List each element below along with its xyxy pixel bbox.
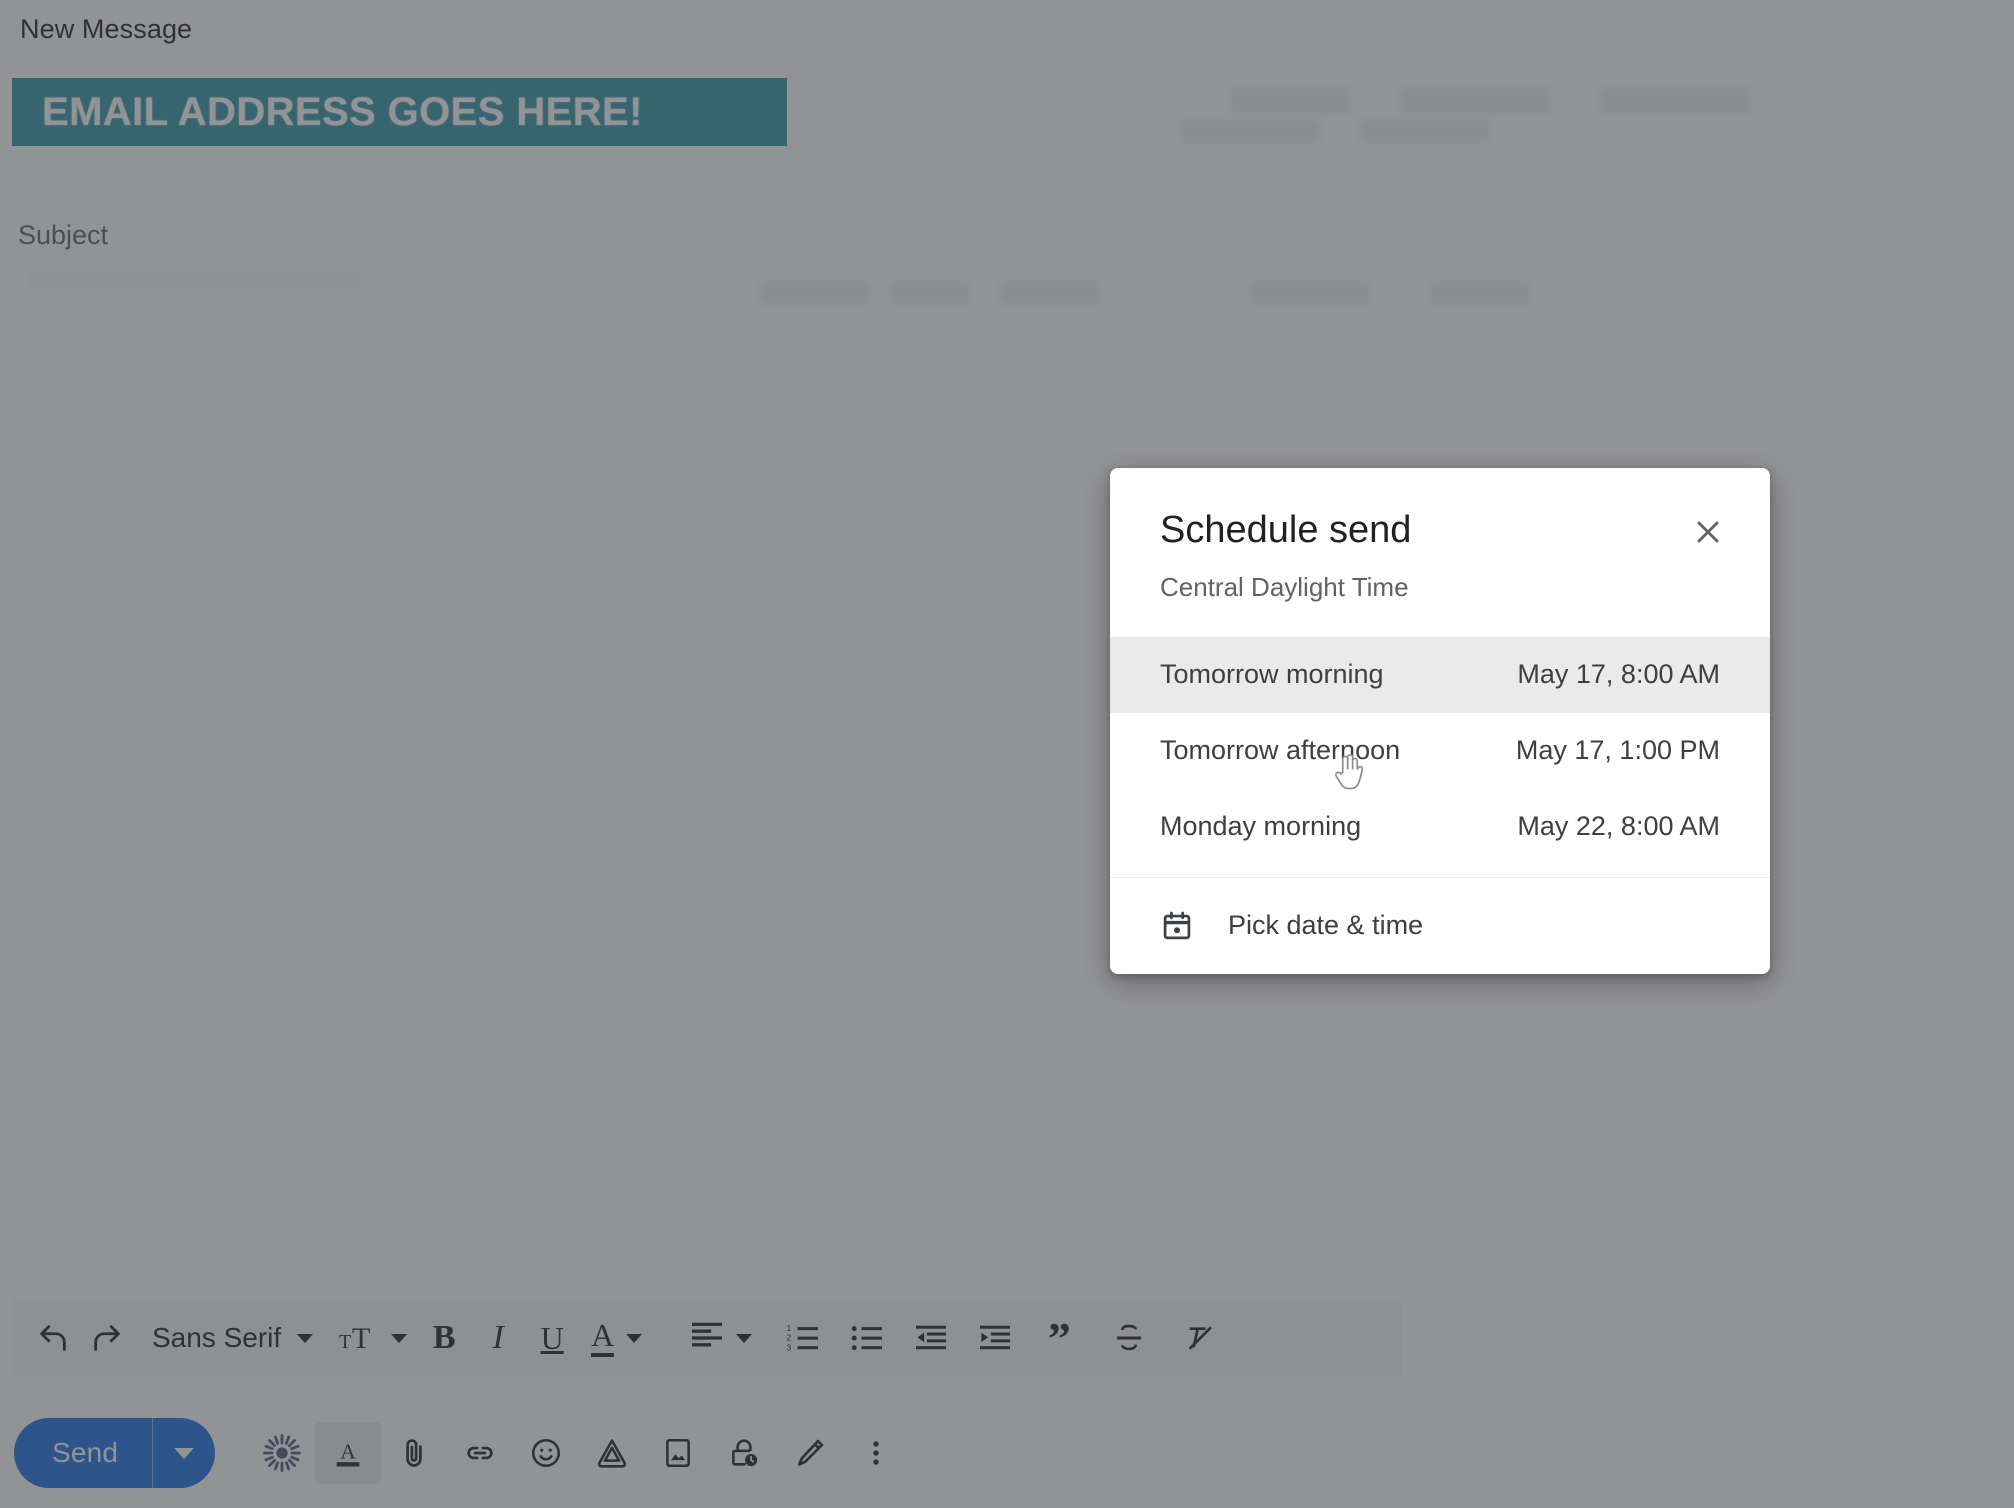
italic-button[interactable]: I xyxy=(471,1311,525,1365)
bold-button[interactable]: B xyxy=(417,1311,471,1365)
font-family-select[interactable]: Sans Serif xyxy=(134,1311,327,1365)
blockquote-button[interactable]: ” xyxy=(1032,1311,1086,1365)
pick-date-time-label: Pick date & time xyxy=(1228,910,1424,941)
compose-action-icons: A xyxy=(249,1422,909,1484)
background-ghost-text xyxy=(1250,282,1370,304)
compose-window-title: New Message xyxy=(20,14,193,44)
indent-decrease-icon[interactable] xyxy=(904,1311,958,1365)
send-row: Send A xyxy=(14,1418,909,1488)
svg-text:T: T xyxy=(339,1331,351,1353)
font-size-select[interactable]: T T xyxy=(327,1311,417,1365)
more-options-icon[interactable] xyxy=(843,1422,909,1484)
background-ghost-text xyxy=(1430,282,1530,304)
dialog-title: Schedule send xyxy=(1160,509,1412,551)
font-family-value: Sans Serif xyxy=(152,1322,282,1353)
background-ghost-text xyxy=(1600,88,1750,114)
svg-text:T: T xyxy=(352,1322,370,1354)
insert-photo-icon[interactable] xyxy=(645,1422,711,1484)
recipient-field[interactable]: EMAIL ADDRESS GOES HERE! xyxy=(12,78,787,146)
formatting-toolbar: Sans Serif T T B I U A 1 2 3 ” xyxy=(12,1300,1402,1376)
quote-label: ” xyxy=(1047,1312,1071,1364)
background-ghost-text xyxy=(1360,120,1490,142)
schedule-option-row[interactable]: Tomorrow afternoon May 17, 1:00 PM xyxy=(1110,712,1770,789)
text-format-icon[interactable]: A xyxy=(315,1422,382,1484)
recipient-banner-text: EMAIL ADDRESS GOES HERE! xyxy=(42,89,643,134)
background-ghost-text xyxy=(1180,120,1320,142)
schedule-option-datetime: May 17, 8:00 AM xyxy=(1517,659,1720,690)
send-button[interactable]: Send xyxy=(14,1437,152,1469)
send-button-group: Send xyxy=(14,1418,216,1488)
font-size-icon: T T xyxy=(339,1322,379,1354)
background-ghost-text xyxy=(1000,282,1100,304)
schedule-option-row[interactable]: Tomorrow morning May 17, 8:00 AM xyxy=(1110,636,1770,713)
background-ghost-text xyxy=(1230,88,1350,114)
numbered-list-icon[interactable]: 1 2 3 xyxy=(776,1311,830,1365)
chevron-down-icon xyxy=(736,1333,753,1343)
indent-increase-icon[interactable] xyxy=(968,1311,1022,1365)
background-ghost-text xyxy=(30,272,360,288)
chevron-down-icon xyxy=(297,1333,314,1343)
underline-button[interactable]: U xyxy=(525,1311,579,1365)
signature-icon[interactable] xyxy=(777,1422,843,1484)
schedule-option-label: Tomorrow afternoon xyxy=(1160,735,1401,766)
svg-text:1: 1 xyxy=(787,1324,792,1333)
svg-text:3: 3 xyxy=(787,1343,792,1352)
dialog-timezone: Central Daylight Time xyxy=(1160,571,1409,602)
svg-text:A: A xyxy=(341,1440,357,1464)
pick-date-time-row[interactable]: Pick date & time xyxy=(1110,878,1770,974)
svg-text:2: 2 xyxy=(787,1334,792,1343)
schedule-option-label: Monday morning xyxy=(1160,811,1362,842)
schedule-option-datetime: May 17, 1:00 PM xyxy=(1515,735,1720,766)
background-ghost-text xyxy=(1400,88,1550,114)
schedule-option-row[interactable]: Monday morning May 22, 8:00 AM xyxy=(1110,788,1770,865)
background-ghost-text xyxy=(760,282,870,304)
sparkle-ai-icon[interactable] xyxy=(249,1422,315,1484)
screen: New Message EMAIL ADDRESS GOES HERE! Sub… xyxy=(0,0,2014,1508)
schedule-option-datetime: May 22, 8:00 AM xyxy=(1517,811,1720,842)
chevron-down-icon xyxy=(174,1447,195,1459)
schedule-option-label: Tomorrow morning xyxy=(1160,659,1384,690)
redo-icon[interactable] xyxy=(80,1311,134,1365)
bold-label: B xyxy=(432,1319,456,1356)
insert-link-icon[interactable] xyxy=(447,1422,513,1484)
text-color-label: A xyxy=(591,1319,615,1357)
close-icon[interactable] xyxy=(1682,506,1734,558)
confidential-mode-icon[interactable] xyxy=(711,1422,777,1484)
emoji-icon[interactable] xyxy=(513,1422,579,1484)
text-color-select[interactable]: A xyxy=(579,1311,652,1365)
dialog-header: Schedule send Central Daylight Time xyxy=(1110,468,1770,637)
send-options-button[interactable] xyxy=(153,1418,215,1488)
italic-label: I xyxy=(492,1319,504,1356)
schedule-send-dialog: Schedule send Central Daylight Time Tomo… xyxy=(1110,468,1770,974)
chevron-down-icon xyxy=(391,1333,408,1343)
undo-icon[interactable] xyxy=(26,1311,80,1365)
calendar-icon xyxy=(1160,909,1194,943)
remove-formatting-icon[interactable] xyxy=(1172,1311,1226,1365)
align-left-icon xyxy=(690,1320,724,1357)
drive-icon[interactable] xyxy=(579,1422,645,1484)
subject-input[interactable]: Subject xyxy=(18,220,108,251)
chevron-down-icon xyxy=(626,1333,643,1343)
underline-label: U xyxy=(540,1319,564,1356)
align-select[interactable] xyxy=(668,1311,762,1365)
strikethrough-icon[interactable] xyxy=(1102,1311,1156,1365)
bulleted-list-icon[interactable] xyxy=(840,1311,894,1365)
background-ghost-text xyxy=(890,282,970,304)
attach-file-icon[interactable] xyxy=(381,1422,447,1484)
